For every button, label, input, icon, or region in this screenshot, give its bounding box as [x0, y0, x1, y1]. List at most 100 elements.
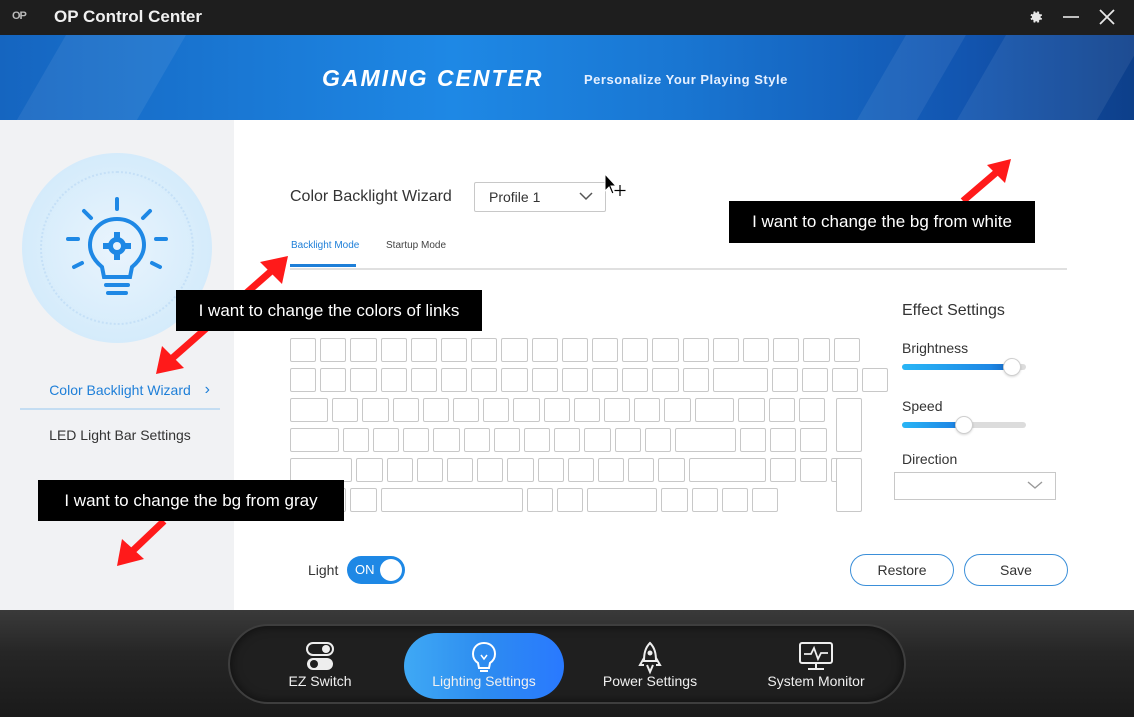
keyboard-key[interactable]	[350, 488, 377, 512]
keyboard-key[interactable]	[598, 458, 625, 482]
light-toggle[interactable]: ON	[347, 556, 405, 584]
keyboard-key[interactable]	[652, 368, 679, 392]
keyboard-key[interactable]	[743, 338, 770, 362]
keyboard-key[interactable]	[386, 458, 413, 482]
keyboard-key[interactable]	[862, 368, 889, 392]
keyboard-key[interactable]	[694, 398, 735, 422]
keyboard-key[interactable]	[561, 338, 588, 362]
keyboard-key[interactable]	[682, 368, 709, 392]
keyboard-key[interactable]	[501, 368, 528, 392]
keyboard-key[interactable]	[507, 458, 534, 482]
keyboard-key[interactable]	[463, 428, 490, 452]
keyboard-key[interactable]	[561, 368, 588, 392]
keyboard-key[interactable]	[410, 338, 437, 362]
keyboard-key[interactable]	[739, 428, 767, 452]
keyboard-key[interactable]	[290, 458, 353, 482]
keyboard-key[interactable]	[573, 398, 601, 422]
keyboard-key[interactable]	[356, 458, 383, 482]
keyboard-key[interactable]	[622, 338, 649, 362]
keyboard-key[interactable]	[524, 428, 551, 452]
tab-startup-mode[interactable]: Startup Mode	[386, 240, 446, 251]
keyboard-key[interactable]	[422, 398, 450, 422]
keyboard-key[interactable]	[362, 398, 389, 422]
keyboard-key[interactable]	[664, 398, 691, 422]
brightness-slider-handle[interactable]	[1003, 358, 1021, 376]
keyboard-key[interactable]	[836, 458, 862, 512]
profile-dropdown[interactable]: Profile 1	[474, 182, 606, 212]
keyboard-key[interactable]	[592, 338, 619, 362]
keyboard-key[interactable]	[471, 338, 498, 362]
keyboard-key[interactable]	[290, 398, 329, 422]
keyboard-key[interactable]	[584, 428, 611, 452]
keyboard-key[interactable]	[798, 398, 826, 422]
keyboard-key[interactable]	[738, 398, 765, 422]
keyboard-key[interactable]	[320, 368, 347, 392]
keyboard-key[interactable]	[567, 458, 595, 482]
keyboard-key[interactable]	[290, 428, 339, 452]
keyboard-key[interactable]	[477, 458, 504, 482]
keyboard-key[interactable]	[803, 338, 830, 362]
keyboard-key[interactable]	[320, 338, 347, 362]
keyboard-key[interactable]	[380, 488, 524, 512]
keyboard-key[interactable]	[554, 428, 581, 452]
keyboard-key[interactable]	[587, 488, 658, 512]
keyboard-key[interactable]	[622, 368, 649, 392]
keyboard-key[interactable]	[350, 368, 377, 392]
keyboard-key[interactable]	[392, 398, 419, 422]
speed-slider-handle[interactable]	[955, 416, 973, 434]
keyboard-key[interactable]	[833, 338, 860, 362]
keyboard-key[interactable]	[770, 458, 797, 482]
keyboard-key[interactable]	[604, 398, 631, 422]
keyboard-key[interactable]	[721, 488, 749, 512]
keyboard-key[interactable]	[628, 458, 655, 482]
brightness-slider[interactable]	[902, 358, 1026, 376]
keyboard-key[interactable]	[416, 458, 444, 482]
keyboard-key[interactable]	[752, 488, 779, 512]
keyboard-key[interactable]	[675, 428, 736, 452]
keyboard-key[interactable]	[531, 368, 558, 392]
keyboard-key[interactable]	[543, 398, 570, 422]
sidebar-item-led-light-bar-settings[interactable]: LED Light Bar Settings	[20, 416, 220, 454]
keyboard-key[interactable]	[592, 368, 619, 392]
keyboard-key[interactable]	[380, 368, 407, 392]
keyboard-key[interactable]	[537, 458, 564, 482]
speed-slider[interactable]	[902, 416, 1026, 434]
keyboard-key[interactable]	[800, 428, 827, 452]
keyboard-key[interactable]	[433, 428, 460, 452]
keyboard-key[interactable]	[773, 338, 800, 362]
keyboard-key[interactable]	[712, 368, 768, 392]
keyboard-key[interactable]	[513, 398, 540, 422]
direction-dropdown[interactable]	[894, 472, 1056, 500]
keyboard-key[interactable]	[614, 428, 641, 452]
close-button[interactable]	[1094, 4, 1120, 30]
keyboard-key[interactable]	[688, 458, 767, 482]
keyboard-key[interactable]	[527, 488, 554, 512]
keyboard-key[interactable]	[658, 458, 685, 482]
dock-item-system-monitor[interactable]: System Monitor	[736, 633, 896, 699]
keyboard-key[interactable]	[832, 368, 859, 392]
keyboard-key[interactable]	[691, 488, 718, 512]
keyboard-key[interactable]	[768, 398, 795, 422]
keyboard-key[interactable]	[373, 428, 400, 452]
keyboard-key[interactable]	[453, 398, 480, 422]
keyboard-key[interactable]	[634, 398, 661, 422]
settings-gear-icon[interactable]	[1022, 4, 1048, 30]
keyboard-key[interactable]	[501, 338, 528, 362]
keyboard-key[interactable]	[493, 428, 521, 452]
keyboard-key[interactable]	[350, 338, 377, 362]
keyboard-key[interactable]	[712, 338, 739, 362]
keyboard-key[interactable]	[342, 428, 370, 452]
keyboard-key[interactable]	[483, 398, 510, 422]
keyboard-key[interactable]	[380, 338, 407, 362]
keyboard-key[interactable]	[661, 488, 688, 512]
keyboard-key[interactable]	[441, 368, 468, 392]
keyboard-key[interactable]	[531, 338, 558, 362]
restore-button[interactable]: Restore	[850, 554, 954, 586]
keyboard-key[interactable]	[801, 368, 829, 392]
keyboard-key[interactable]	[836, 398, 862, 452]
keyboard-key[interactable]	[332, 398, 359, 422]
minimize-button[interactable]	[1058, 4, 1084, 30]
keyboard-key[interactable]	[447, 458, 474, 482]
dock-item-lighting-settings[interactable]: Lighting Settings	[404, 633, 564, 699]
tab-backlight-mode[interactable]: Backlight Mode	[291, 240, 359, 251]
